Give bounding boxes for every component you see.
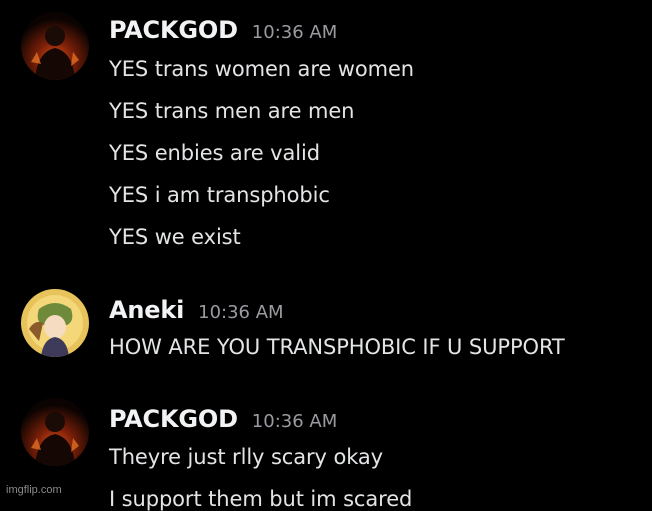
anime-character-avatar-icon [21,289,89,357]
packgod-avatar[interactable] [21,398,89,466]
message-line: YES we exist [109,225,241,249]
timestamp: 10:36 AM [251,411,338,432]
message-header: PACKGOD 10:36 AM [109,16,337,44]
message-line: Theyre just rlly scary okay [109,445,383,469]
aneki-avatar[interactable] [21,289,89,357]
imgflip-watermark: imgflip.com [6,484,62,496]
timestamp: 10:36 AM [198,302,284,323]
message-line: YES trans women are women [109,57,414,81]
message-header: Aneki 10:36 AM [109,296,284,324]
message-line: YES trans men are men [109,99,355,123]
timestamp: 10:36 AM [251,22,338,43]
message-header: PACKGOD 10:36 AM [109,405,337,433]
message-line: HOW ARE YOU TRANSPHOBIC IF U SUPPORT [109,335,565,359]
message-line: I support them but im scared [109,487,413,511]
username[interactable]: PACKGOD [109,16,238,44]
dark-figure-avatar-icon [21,12,89,80]
username[interactable]: PACKGOD [109,405,238,433]
dark-figure-avatar-icon [21,398,89,466]
packgod-avatar[interactable] [21,12,89,80]
username[interactable]: Aneki [109,296,184,324]
message-line: YES enbies are valid [109,141,320,165]
message-line: YES i am transphobic [109,183,330,207]
